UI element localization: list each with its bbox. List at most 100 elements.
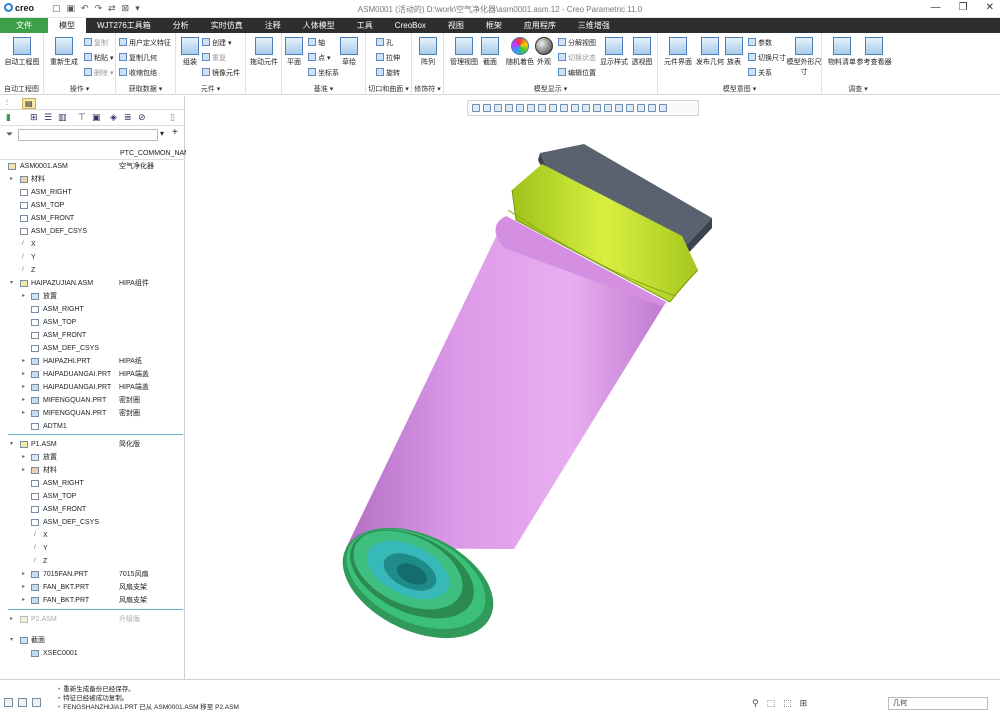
- tree-row[interactable]: / X: [0, 238, 185, 251]
- tree-row[interactable]: / Y: [0, 542, 185, 555]
- tree-row[interactable]: ASM_TOP: [0, 316, 185, 329]
- tree-row[interactable]: ▸ HAIPADUANGAI.PRT HIPA端盖: [0, 368, 185, 381]
- tree-row[interactable]: ▸ HAIPAZHI.PRT HIPA纸: [0, 355, 185, 368]
- tree-row[interactable]: / Z: [0, 555, 185, 568]
- column-header-common-name[interactable]: PTC_COMMON_NAME: [120, 150, 195, 157]
- tree-row[interactable]: ASM_RIGHT: [0, 303, 185, 316]
- csys-button[interactable]: 坐标系: [308, 68, 339, 78]
- tree-row[interactable]: ASM_TOP: [0, 490, 185, 503]
- tree-search-input[interactable]: [18, 129, 158, 141]
- lock-icon[interactable]: ▮: [6, 112, 11, 123]
- tab-file[interactable]: 文件: [0, 18, 48, 33]
- dropdown-icon[interactable]: ▾: [160, 129, 164, 138]
- toggle-status-button[interactable]: 切换状态: [558, 53, 596, 63]
- relations-button[interactable]: 关系: [748, 68, 772, 78]
- tree-row[interactable]: ASM0001.ASM 空气净化器: [0, 160, 185, 173]
- extrude-button[interactable]: 拉伸: [376, 53, 400, 63]
- tab-model[interactable]: 模型: [48, 18, 86, 33]
- explode-view-button[interactable]: 分解视图: [558, 38, 596, 48]
- list-view-icon[interactable]: ☰: [44, 112, 52, 123]
- hole-button[interactable]: 孔: [376, 38, 393, 48]
- box-select-icon[interactable]: ⬚: [767, 698, 776, 709]
- shrinkwrap-button[interactable]: 收缩包络: [119, 68, 157, 78]
- paste-button[interactable]: 粘贴 ▾: [84, 53, 113, 63]
- tree-row[interactable]: ▸ 材料: [0, 464, 185, 477]
- tab-applications[interactable]: 应用程序: [513, 18, 567, 33]
- tree-row[interactable]: ▸ FAN_BKT.PRT 风扇支架: [0, 581, 185, 594]
- tab-framework[interactable]: 框架: [475, 18, 513, 33]
- tab-3d-enhance[interactable]: 三维增强: [567, 18, 621, 33]
- tree-row[interactable]: ▸ MIFENGQUAN.PRT 密封圈: [0, 394, 185, 407]
- tree-row[interactable]: ADTM1: [0, 420, 185, 433]
- tab-manikin[interactable]: 人体模型: [292, 18, 346, 33]
- create-button[interactable]: 创建 ▾: [202, 38, 231, 48]
- tree-row[interactable]: / Z: [0, 264, 185, 277]
- mirror-component-button[interactable]: 镜像元件: [202, 68, 240, 78]
- tree-row[interactable]: ASM_FRONT: [0, 212, 185, 225]
- tree-row[interactable]: ▾ 截面: [0, 634, 185, 647]
- tree-row[interactable]: ASM_FRONT: [0, 329, 185, 342]
- tree-settings-icon[interactable]: ⊞: [30, 112, 38, 123]
- perspective-button[interactable]: 透视图: [624, 37, 660, 67]
- tab-annotate[interactable]: 注释: [254, 18, 292, 33]
- tree-row[interactable]: ▸ 放置: [0, 451, 185, 464]
- tree-row[interactable]: ASM_DEF_CSYS: [0, 342, 185, 355]
- selection-filter-dropdown[interactable]: 几何: [888, 697, 988, 710]
- family-table-button[interactable]: 族表: [718, 37, 750, 67]
- tree-row[interactable]: ▸ 放置: [0, 290, 185, 303]
- regenerate-button[interactable]: 重新生成: [44, 37, 84, 67]
- sketch-button[interactable]: 草绘: [334, 37, 364, 67]
- tree-row[interactable]: ▸ 7015FAN.PRT 7015风扇: [0, 568, 185, 581]
- find-icon[interactable]: ⚲: [752, 698, 759, 709]
- tree-row[interactable]: / X: [0, 529, 185, 542]
- udf-button[interactable]: 用户定义特征: [119, 38, 171, 48]
- tab-creobox[interactable]: CreoBox: [384, 18, 437, 33]
- tree-row[interactable]: ▸ MIFENGQUAN.PRT 密封圈: [0, 407, 185, 420]
- columns-icon[interactable]: ▥: [58, 112, 67, 123]
- model-size-button[interactable]: 模型外形尺寸: [786, 37, 822, 77]
- tree-row[interactable]: ASM_FRONT: [0, 503, 185, 516]
- show-icon[interactable]: ▣: [92, 112, 101, 123]
- minimize-button[interactable]: —: [931, 2, 941, 13]
- folder-tab-icon[interactable]: ▤: [22, 98, 36, 109]
- full-screen-icon[interactable]: [32, 698, 41, 707]
- tree-row[interactable]: ▸ FAN_BKT.PRT 风扇支架: [0, 594, 185, 607]
- appearance-button[interactable]: 外观: [526, 37, 562, 67]
- edit-position-button[interactable]: 编辑位置: [558, 68, 596, 78]
- copy-geometry-button[interactable]: 复制几何: [119, 53, 157, 63]
- tree-row[interactable]: ▾ HAIPAZUJIAN.ASM HIPA组件: [0, 277, 185, 290]
- tree-row[interactable]: ▸ P2.ASM 升级版: [0, 613, 185, 626]
- delete-button[interactable]: 删除 ▾: [84, 68, 113, 78]
- reference-viewer-button[interactable]: 参考查看器: [854, 37, 894, 67]
- stack-icon[interactable]: ≣: [124, 112, 132, 123]
- tree-row[interactable]: ▸ HAIPADUANGAI.PRT HIPA端盖: [0, 381, 185, 394]
- tree-row[interactable]: ASM_DEF_CSYS: [0, 225, 185, 238]
- tree-row[interactable]: ASM_DEF_CSYS: [0, 516, 185, 529]
- model-tree-tab-icon[interactable]: ⫶: [6, 98, 8, 108]
- pattern-button[interactable]: 阵列: [408, 37, 448, 67]
- tree-row[interactable]: ▾ P1.ASM 简化版: [0, 438, 185, 451]
- tree-row[interactable]: ASM_RIGHT: [0, 186, 185, 199]
- repeat-button[interactable]: 重复: [202, 53, 226, 63]
- tab-analysis[interactable]: 分析: [162, 18, 200, 33]
- link-icon[interactable]: ⊘: [138, 112, 146, 123]
- copy-button[interactable]: 复制: [84, 38, 108, 48]
- parameters-button[interactable]: 参数: [748, 38, 772, 48]
- tree-row[interactable]: ASM_TOP: [0, 199, 185, 212]
- filter-tree-icon[interactable]: ⊤: [78, 112, 86, 123]
- navigator-toggle-icon[interactable]: [4, 698, 13, 707]
- point-button[interactable]: 点 ▾: [308, 53, 330, 63]
- tree-row[interactable]: XSEC0001: [0, 647, 185, 660]
- close-button[interactable]: ✕: [986, 2, 994, 13]
- axis-button[interactable]: 轴: [308, 38, 325, 48]
- auto-drawing-button[interactable]: 自动工程图: [2, 37, 42, 67]
- tree-options-icon[interactable]: ▯: [170, 112, 175, 123]
- select-mode-icon[interactable]: ⬚: [783, 698, 792, 709]
- maximize-button[interactable]: ❐: [959, 2, 968, 13]
- tab-wjt276[interactable]: WJT276工具箱: [86, 18, 162, 33]
- filter-icon[interactable]: ⊞: [800, 698, 808, 709]
- tab-live-simulation[interactable]: 实时仿真: [200, 18, 254, 33]
- layers-icon[interactable]: ◈: [110, 112, 117, 123]
- switch-dimensions-button[interactable]: 切换尺寸: [748, 53, 786, 63]
- tab-view[interactable]: 视图: [437, 18, 475, 33]
